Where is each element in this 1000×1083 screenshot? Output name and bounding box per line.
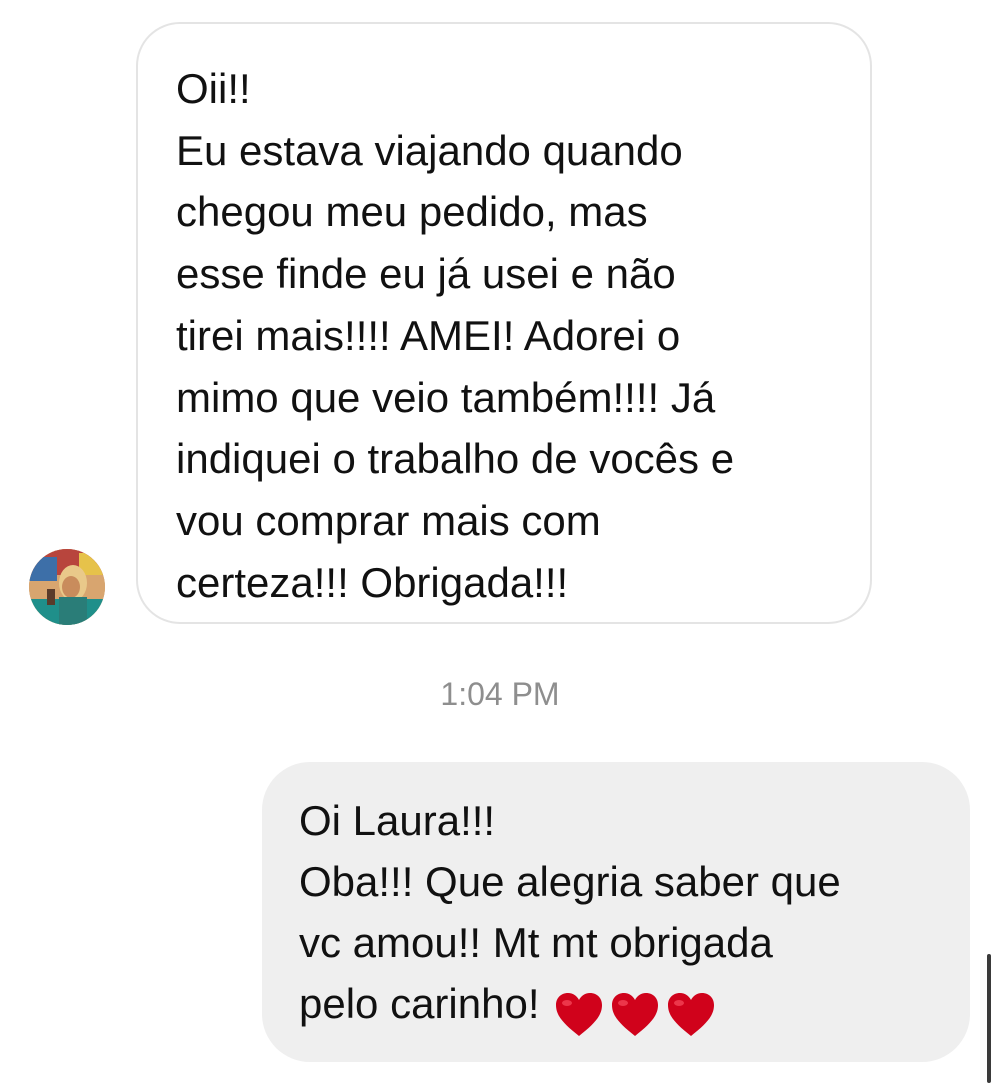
- message-timestamp: 1:04 PM: [440, 676, 560, 712]
- incoming-message-line: indiquei o trabalho de vocês e: [176, 435, 735, 483]
- incoming-message-line: chegou meu pedido, mas: [176, 188, 648, 236]
- outgoing-message-line: vc amou!! Mt mt obrigada: [299, 919, 773, 966]
- outgoing-message-bubble[interactable]: Oi Laura!!! Oba!!! Que alegria saber que…: [262, 762, 970, 1062]
- red-heart-icon: [554, 991, 604, 1039]
- scrollbar-thumb[interactable]: [987, 954, 991, 1083]
- outgoing-message-line: Oba!!! Que alegria saber que: [299, 858, 841, 905]
- incoming-message-line: Oii!!: [176, 65, 251, 112]
- message-thread: Oii!! Eu estava viajando quando chegou m…: [0, 0, 1000, 1083]
- incoming-message-bubble[interactable]: Oii!! Eu estava viajando quando chegou m…: [136, 22, 872, 624]
- red-heart-icon: [666, 991, 716, 1039]
- incoming-message-line: certeza!!! Obrigada!!!: [176, 558, 569, 606]
- incoming-message-line: tirei mais!!!! AMEI! Adorei o: [176, 311, 681, 359]
- incoming-message-line: vou comprar mais com: [176, 496, 601, 544]
- incoming-message-line: Eu estava viajando quando: [176, 126, 683, 174]
- outgoing-message-line: Oi Laura!!!: [299, 797, 496, 844]
- incoming-message-line: esse finde eu já usei e não: [176, 250, 676, 298]
- outgoing-message-line: pelo carinho!: [299, 980, 540, 1027]
- outgoing-message-last-line: pelo carinho!: [299, 973, 934, 1042]
- sender-avatar[interactable]: [29, 549, 105, 625]
- incoming-message-line: mimo que veio também!!!! Já: [176, 373, 716, 421]
- red-heart-icon: [610, 991, 660, 1039]
- heart-emoji-group: [554, 981, 722, 1042]
